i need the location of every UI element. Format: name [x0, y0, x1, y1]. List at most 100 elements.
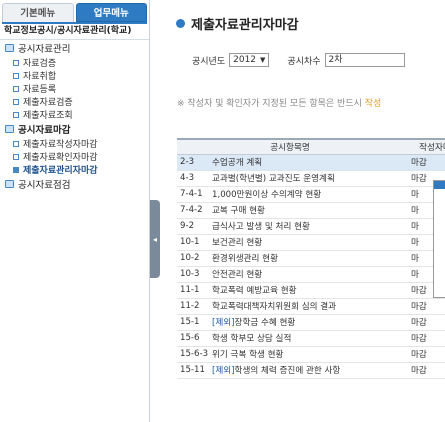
- table-row[interactable]: 11-1 학교폭력 예방교육 현황 마감: [177, 282, 445, 299]
- notice-highlight: 작성: [364, 99, 382, 109]
- table-row[interactable]: 4-3 교과별(학년별) 교과진도 운영계획 마감: [177, 170, 445, 187]
- item-name-cell: 교과별(학년별) 교과진도 운영계획: [209, 170, 403, 187]
- table-row[interactable]: 10-3 안전관리 현황 마: [177, 266, 445, 283]
- item-name-cell: [제외]장학금 수혜 현황: [209, 314, 403, 331]
- column-header-item-name: 공시항목명: [177, 138, 403, 155]
- table-row[interactable]: 9-2 급식사고 발생 및 처리 현황 마: [177, 218, 445, 235]
- folder-icon: [5, 125, 14, 133]
- table-row[interactable]: 15-6 학생 학부모 상담 실적 마감: [177, 330, 445, 347]
- table-row[interactable]: 10-1 보건관리 현황 마: [177, 234, 445, 251]
- item-name: 학생 학부모 상담 실적: [212, 334, 292, 344]
- table-row[interactable]: 10-2 환경위생관리 현황 마: [177, 250, 445, 267]
- sidebar-item-label: 제출자료관리자마감: [23, 166, 98, 176]
- overlay-panel-edge: [433, 180, 445, 298]
- item-code: 9-2: [177, 218, 209, 235]
- writer-close-status: 마감: [403, 330, 445, 347]
- item-code: 10-2: [177, 250, 209, 267]
- year-select[interactable]: 2012 ▼: [229, 53, 270, 67]
- writer-close-status: 마감: [403, 314, 445, 331]
- item-code: 11-1: [177, 282, 209, 299]
- item-name-cell: 1,000만원이상 수의계약 현황: [209, 186, 403, 203]
- sidebar-item-label: 제출자료작성자마감: [23, 140, 98, 150]
- page-title: 제출자료관리자마감: [176, 14, 299, 33]
- sidebar-tabs: 기본메뉴 업무메뉴: [0, 0, 149, 22]
- sidebar-group[interactable]: 공시자료점검: [0, 176, 149, 192]
- item-name: 급식사고 발생 및 처리 현황: [212, 222, 310, 232]
- item-code: 15-6-3: [177, 346, 209, 363]
- table-row[interactable]: 15-11 [제외]학생의 체력 증진에 관한 사항 마감: [177, 362, 445, 379]
- writer-close-status: 마감: [403, 346, 445, 363]
- sidebar-item-label: 제출자료검증: [23, 98, 73, 108]
- sidebar-item[interactable]: 제출자료확인자마감: [0, 150, 149, 163]
- table-row[interactable]: 2-3 수업공개 계획 마감: [177, 154, 445, 171]
- sidebar-group[interactable]: 공시자료관리: [0, 40, 149, 56]
- item-code: 7-4-1: [177, 186, 209, 203]
- item-name-cell: 교복 구매 현황: [209, 202, 403, 219]
- item-code: 15-6: [177, 330, 209, 347]
- item-name-cell: [제외]학생의 체력 증진에 관한 사항: [209, 362, 403, 379]
- overlay-panel-header: [434, 181, 445, 189]
- sidebar-item-label: 자료취합: [23, 72, 57, 82]
- writer-close-status: 마감: [403, 298, 445, 315]
- page-icon: [13, 72, 19, 79]
- notice-body: ※ 작성자 및 확인자가 지정된 모든 항목은 반드시: [177, 99, 362, 109]
- item-code: 15-1: [177, 314, 209, 331]
- item-code: 10-3: [177, 266, 209, 283]
- writer-close-status: 마감: [403, 154, 445, 171]
- table-row[interactable]: 15-6-3 위기 극복 학생 현황 마감: [177, 346, 445, 363]
- folder-icon: [5, 180, 14, 188]
- sidebar-item-label: 제출자료확인자마감: [23, 153, 98, 163]
- sidebar-item[interactable]: 자료취합: [0, 69, 149, 82]
- page-icon: [13, 140, 19, 147]
- year-select-value: 2012: [233, 55, 257, 65]
- sidebar-group-label: 공시자료마감: [18, 125, 71, 136]
- table-row[interactable]: 15-1 [제외]장학금 수혜 현황 마감: [177, 314, 445, 331]
- tab-work-menu[interactable]: 업무메뉴: [75, 3, 147, 22]
- sidebar-item[interactable]: 제출자료검증: [0, 95, 149, 108]
- table-row[interactable]: 7-4-2 교복 구매 현황 마: [177, 202, 445, 219]
- item-name: 보건관리 현황: [212, 238, 263, 248]
- sidebar: 기본메뉴 업무메뉴 학교정보공시/공시자료관리(학교) 공시자료관리 자료검증 자료…: [0, 0, 150, 422]
- page-title-text: 제출자료관리자마감: [191, 18, 299, 33]
- item-name-cell: 학교폭력 예방교육 현황: [209, 282, 403, 299]
- writer-close-status: 마감: [403, 362, 445, 379]
- excluded-tag: [제외]: [212, 366, 235, 376]
- sidebar-item[interactable]: 제출자료조회: [0, 108, 149, 121]
- sidebar-item[interactable]: 제출자료작성자마감: [0, 137, 149, 150]
- tab-basic-menu[interactable]: 기본메뉴: [2, 3, 74, 22]
- page-icon: [13, 166, 19, 173]
- item-code: 11-2: [177, 298, 209, 315]
- item-name: 교복 구매 현황: [212, 206, 265, 216]
- main-content: 제출자료관리자마감 공시년도 2012 ▼ 공시차수 2차 ※ 작성자 및 확인…: [162, 0, 445, 422]
- item-code: 15-11: [177, 362, 209, 379]
- sidebar-item-label: 제출자료조회: [23, 111, 73, 121]
- page-icon: [13, 111, 19, 118]
- item-name-cell: 위기 극복 학생 현황: [209, 346, 403, 363]
- table-row[interactable]: 7-4-1 1,000만원이상 수의계약 현황 마: [177, 186, 445, 203]
- table-header-row: 공시항목명 작성자마: [177, 138, 445, 155]
- item-name-cell: 수업공개 계획: [209, 154, 403, 171]
- item-name: 학생의 체력 증진에 관한 사항: [234, 366, 341, 376]
- sidebar-collapse-handle[interactable]: ◂: [150, 200, 160, 278]
- item-name: 장학금 수혜 현황: [234, 318, 296, 328]
- item-name: 1,000만원이상 수의계약 현황: [212, 190, 322, 200]
- page-icon: [13, 153, 19, 160]
- year-label: 공시년도: [192, 56, 226, 67]
- item-name-cell: 급식사고 발생 및 처리 현황: [209, 218, 403, 235]
- table-row[interactable]: 11-2 학교폭력대책자치위원회 심의 결과 마감: [177, 298, 445, 315]
- item-name: 환경위생관리 현황: [212, 254, 278, 264]
- sidebar-item[interactable]: 자료검증: [0, 56, 149, 69]
- sidebar-group-label: 공시자료관리: [18, 44, 71, 55]
- sidebar-item[interactable]: 자료등록: [0, 82, 149, 95]
- sidebar-menu: 공시자료관리자료검증자료취합 자료등록제출자료검증제출자료조회공시자료마감제출자료…: [0, 40, 149, 192]
- item-name: 학교폭력대책자치위원회 심의 결과: [212, 302, 337, 312]
- item-name-cell: 안전관리 현황: [209, 266, 403, 283]
- filter-bar: 공시년도 2012 ▼ 공시차수 2차: [192, 53, 405, 67]
- title-bullet-icon: [176, 19, 185, 28]
- item-name: 위기 극복 학생 현황: [212, 350, 284, 360]
- sidebar-group[interactable]: 공시자료마감: [0, 121, 149, 137]
- round-input[interactable]: 2차: [324, 53, 405, 67]
- sidebar-item-label: 자료검증: [23, 59, 57, 69]
- page-icon: [13, 98, 19, 105]
- sidebar-item[interactable]: 제출자료관리자마감: [0, 163, 149, 176]
